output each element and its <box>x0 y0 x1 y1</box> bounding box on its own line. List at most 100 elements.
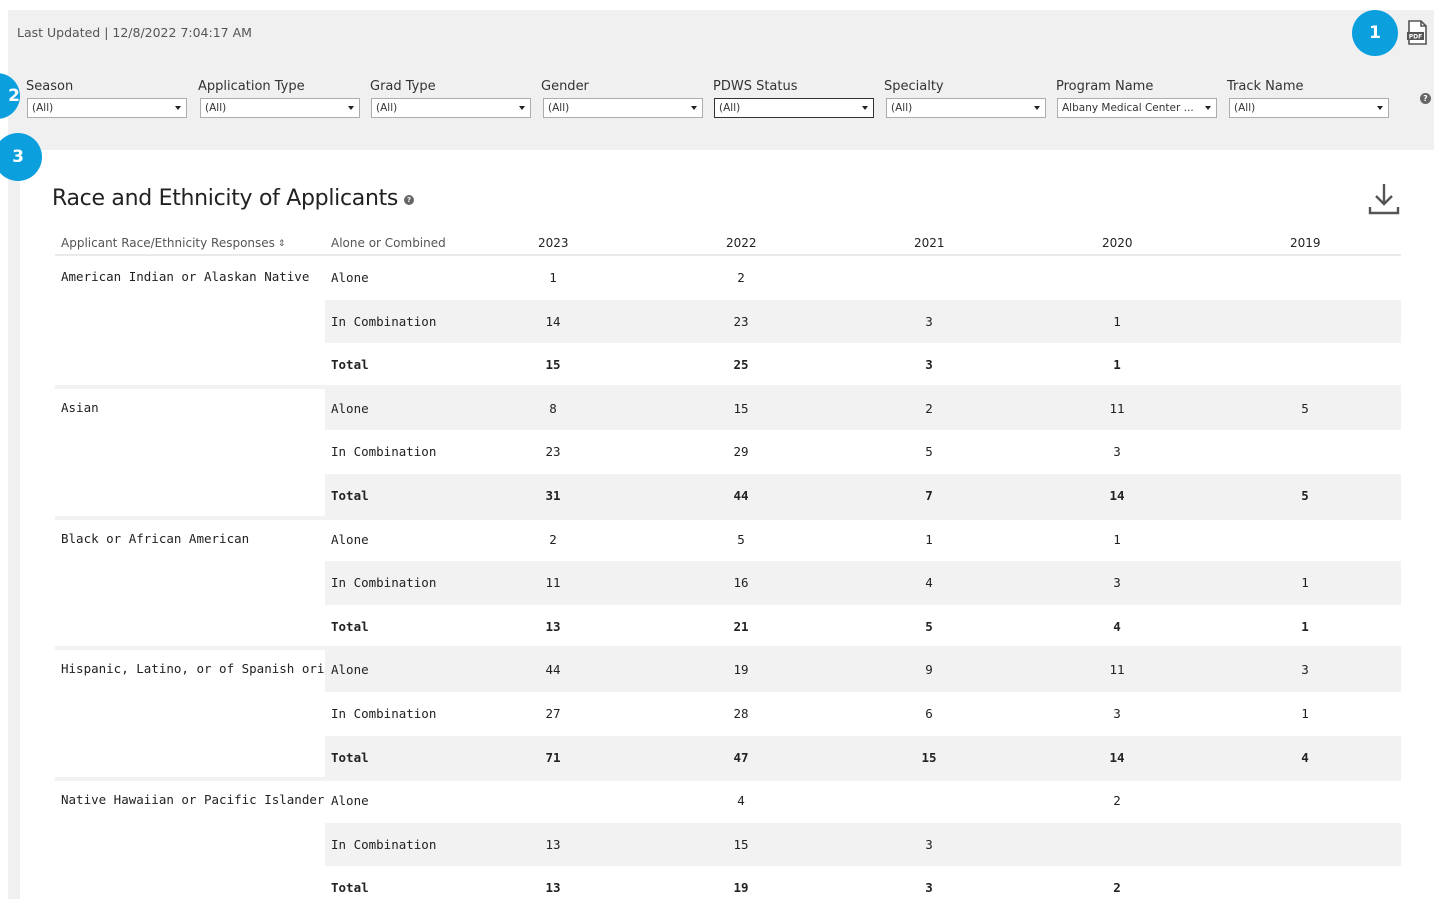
table-cell: 16 <box>733 575 749 591</box>
header-year: 2019 <box>1290 236 1321 250</box>
table-row <box>325 692 1401 736</box>
table-cell: 14 <box>545 313 561 329</box>
table-cell: 19 <box>733 880 749 896</box>
filter-track-name-select[interactable]: (All) <box>1229 98 1389 118</box>
header-race[interactable]: Applicant Race/Ethnicity Responses ⇕ <box>61 236 285 250</box>
filter-program-name-value: Albany Medical Center ... <box>1062 102 1194 114</box>
chevron-down-icon <box>862 106 868 110</box>
table-cell: 4 <box>1113 618 1121 634</box>
filter-specialty-select[interactable]: (All) <box>886 98 1046 118</box>
table-row <box>325 430 1401 474</box>
filter-grad-type-select[interactable]: (All) <box>371 98 531 118</box>
table-cell: 3 <box>925 357 933 373</box>
title-help-icon[interactable]: ? <box>404 195 414 205</box>
filter-gender-value: (All) <box>548 102 570 114</box>
table-cell: 5 <box>1301 400 1309 416</box>
table-cell: 1 <box>1301 575 1309 591</box>
table-cell: 5 <box>1301 488 1309 503</box>
table-cell: 47 <box>733 749 749 765</box>
row-type-label: Alone <box>331 793 369 809</box>
table-cell: 1 <box>1113 313 1121 329</box>
table-row <box>325 561 1401 605</box>
table-cell: 1 <box>1301 706 1309 721</box>
filter-label-specialty: Specialty <box>884 79 944 94</box>
table-cell: 11 <box>1109 400 1125 416</box>
row-type-label: Total <box>331 880 369 896</box>
table-cell: 21 <box>733 618 749 634</box>
table-cell: 25 <box>733 357 749 373</box>
chevron-down-icon <box>1377 106 1383 110</box>
table-cell: 1 <box>925 531 933 547</box>
race-label: Asian <box>61 399 99 415</box>
table-cell: 3 <box>1301 662 1309 678</box>
table-cell: 2 <box>1113 793 1121 809</box>
badge-1: 1 <box>1352 10 1398 56</box>
table-cell: 13 <box>545 836 561 852</box>
table-row <box>325 605 1401 649</box>
last-updated-text: Last Updated | 12/8/2022 7:04:17 AM <box>17 25 252 40</box>
table-row <box>325 299 1401 344</box>
filter-label-grad-type: Grad Type <box>370 79 436 94</box>
table-cell: 13 <box>545 880 561 896</box>
table-cell: 2 <box>737 270 745 285</box>
row-type-label: Total <box>331 488 369 503</box>
chevron-down-icon <box>1205 106 1211 110</box>
filter-season-value: (All) <box>32 102 54 114</box>
pdf-icon[interactable]: PDF <box>1404 19 1430 47</box>
table-cell: 19 <box>733 662 749 678</box>
table-row <box>325 474 1401 518</box>
filter-program-name-select[interactable]: Albany Medical Center ... <box>1057 98 1217 118</box>
chevron-down-icon <box>1034 106 1040 110</box>
filter-pdws-status-select[interactable]: (All) <box>714 98 874 118</box>
header-race-label: Applicant Race/Ethnicity Responses <box>61 236 275 250</box>
filter-grad-type-value: (All) <box>376 102 398 114</box>
table-cell: 4 <box>925 575 933 591</box>
table-row <box>325 822 1401 867</box>
table-cell: 3 <box>925 880 933 896</box>
filter-season-select[interactable]: (All) <box>27 98 187 118</box>
table-row <box>325 518 1401 562</box>
table-cell: 3 <box>1113 444 1121 460</box>
filter-gender-select[interactable]: (All) <box>543 98 703 118</box>
filter-label-track-name: Track Name <box>1227 79 1304 94</box>
table-cell: 5 <box>737 531 745 547</box>
chevron-down-icon <box>519 106 525 110</box>
left-strip <box>8 150 20 899</box>
filter-label-pdws-status: PDWS Status <box>713 79 798 94</box>
badge-2: 2 <box>0 73 20 119</box>
table-cell: 3 <box>925 313 933 329</box>
help-icon[interactable]: ? <box>1420 93 1431 104</box>
table-cell: 2 <box>1113 880 1121 896</box>
table-cell: 14 <box>1109 749 1125 765</box>
table-cell: 1 <box>1301 618 1309 634</box>
race-label: Native Hawaiian or Pacific Islander <box>61 792 325 808</box>
sort-icon[interactable]: ⇕ <box>278 239 286 249</box>
table-cell: 3 <box>1113 706 1121 721</box>
table-row <box>325 735 1401 780</box>
table-cell: 23 <box>545 444 561 460</box>
row-type-label: In Combination <box>331 706 437 721</box>
row-type-label: Alone <box>331 270 369 285</box>
row-type-label: In Combination <box>331 444 437 460</box>
table-cell: 5 <box>925 444 933 460</box>
filter-track-name-value: (All) <box>1234 102 1256 114</box>
row-type-label: In Combination <box>331 313 437 329</box>
filter-label-season: Season <box>26 79 74 94</box>
download-icon[interactable] <box>1368 182 1400 216</box>
table-row <box>325 648 1401 692</box>
filter-application-type-select[interactable]: (All) <box>200 98 360 118</box>
table-cell: 14 <box>1109 488 1125 503</box>
header-alone-or-combined: Alone or Combined <box>331 236 446 250</box>
header-year: 2020 <box>1102 236 1133 250</box>
table-cell: 13 <box>545 618 561 634</box>
race-label: Hispanic, Latino, or of Spanish origin <box>61 661 347 677</box>
table-cell: 44 <box>545 662 561 678</box>
table-cell: 29 <box>733 444 749 460</box>
filter-label-program-name: Program Name <box>1056 79 1154 94</box>
filter-label-gender: Gender <box>541 79 589 94</box>
table-cell: 23 <box>733 313 749 329</box>
table-cell: 4 <box>1301 749 1309 765</box>
filter-specialty-value: (All) <box>891 102 913 114</box>
table-cell: 11 <box>545 575 561 591</box>
table-cell: 6 <box>925 706 933 721</box>
